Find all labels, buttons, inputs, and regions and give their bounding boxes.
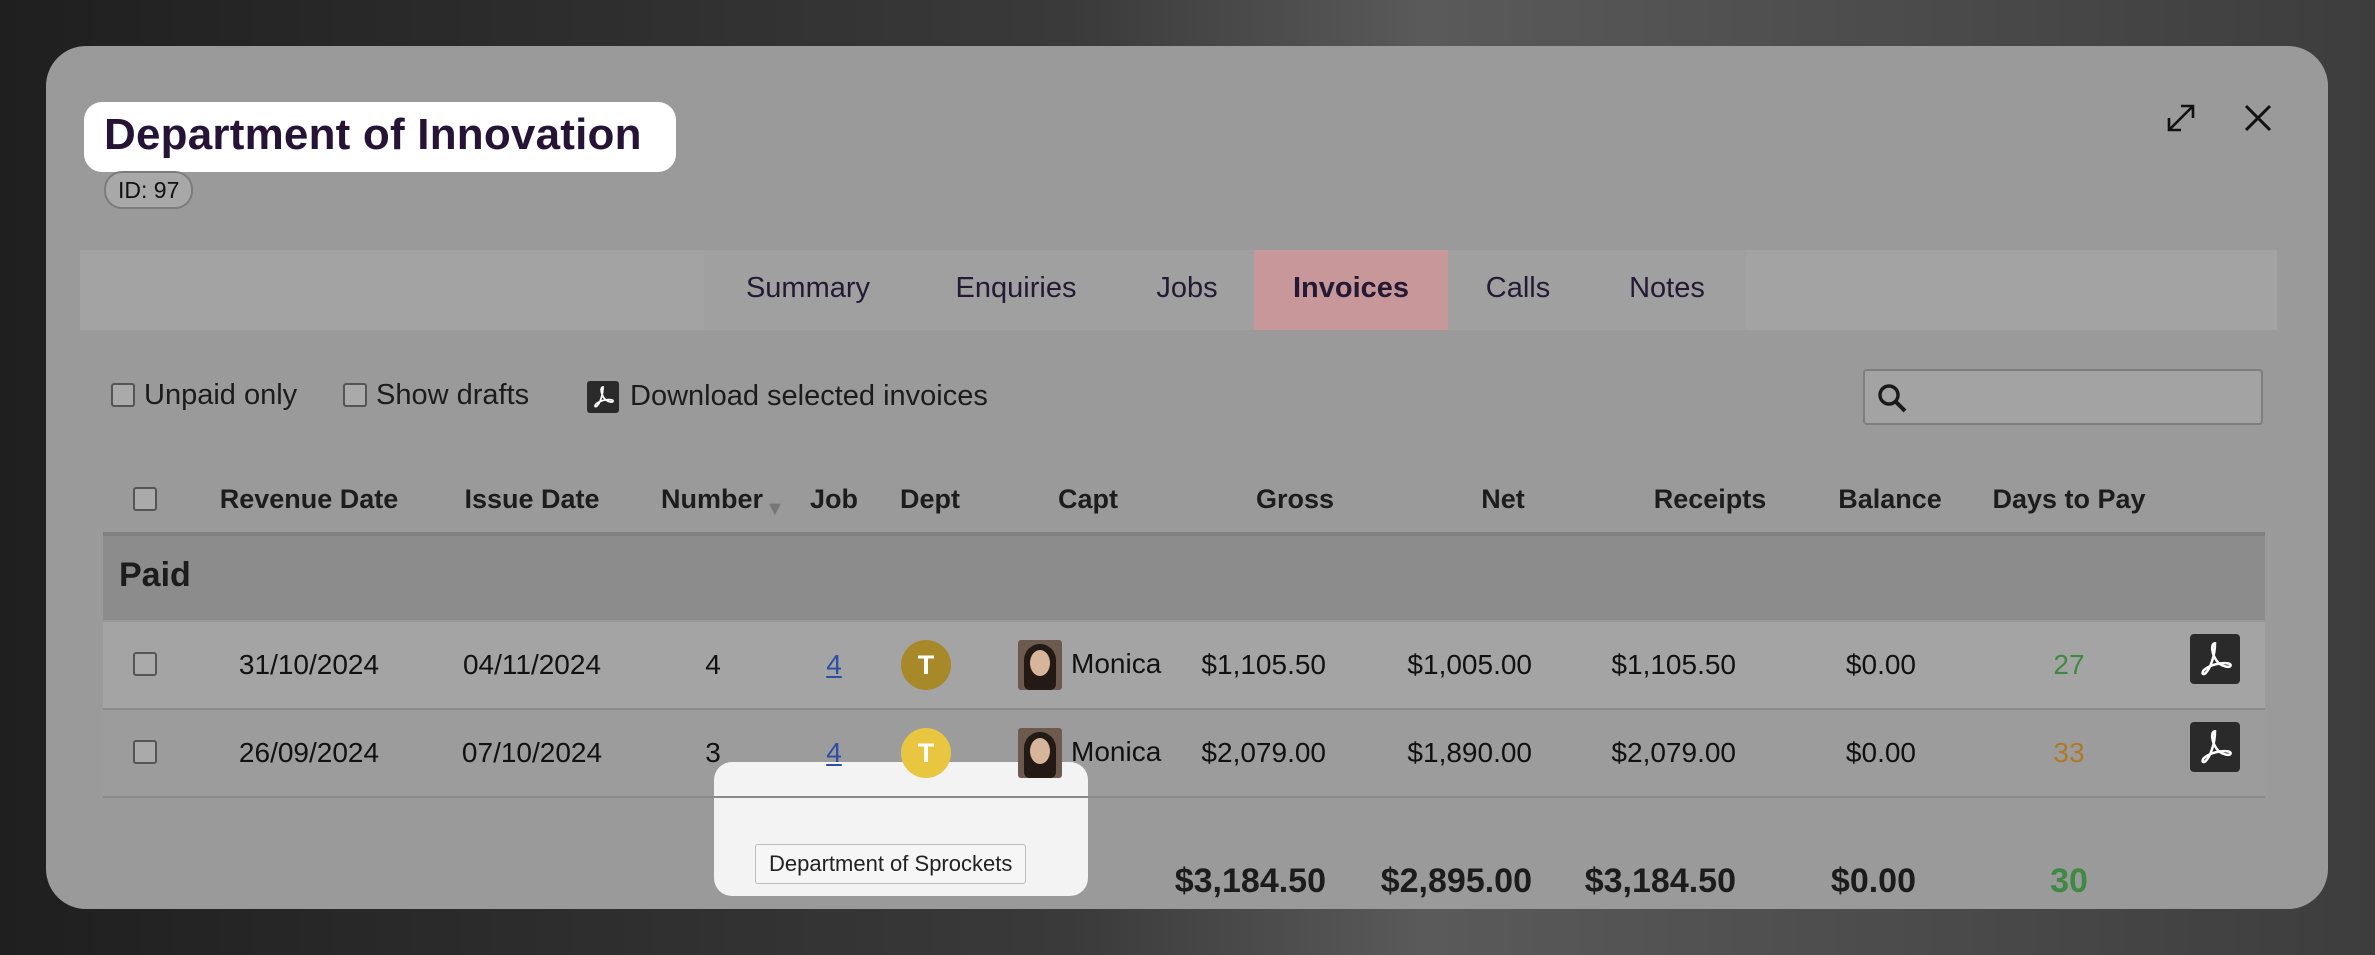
tab-summary[interactable]: Summary bbox=[704, 250, 912, 330]
col-issue-date[interactable]: Issue Date bbox=[464, 484, 599, 515]
total-balance: $0.00 bbox=[1830, 862, 1916, 900]
row-checkbox[interactable] bbox=[133, 740, 157, 764]
gross-cell: $1,105.50 bbox=[1201, 649, 1326, 680]
pdf-download-icon[interactable] bbox=[2190, 634, 2240, 684]
days-to-pay-cell: 33 bbox=[2053, 737, 2085, 768]
expand-icon[interactable] bbox=[2159, 96, 2203, 140]
number-cell: 3 bbox=[705, 737, 721, 768]
col-days-to-pay[interactable]: Days to Pay bbox=[1992, 484, 2145, 515]
dept-avatar[interactable]: T bbox=[901, 728, 951, 778]
balance-cell: $0.00 bbox=[1845, 649, 1916, 680]
issue-date-cell: 04/11/2024 bbox=[462, 649, 602, 680]
group-label: Paid bbox=[119, 556, 191, 594]
search-icon bbox=[1878, 384, 1907, 413]
avatar bbox=[1018, 728, 1062, 778]
row-divider bbox=[103, 796, 2265, 798]
job-link[interactable]: 4 bbox=[826, 649, 842, 681]
tab-jobs[interactable]: Jobs bbox=[1120, 250, 1254, 330]
tab-notes[interactable]: Notes bbox=[1588, 250, 1746, 330]
col-gross[interactable]: Gross bbox=[1256, 484, 1334, 515]
avatar bbox=[1018, 640, 1062, 690]
modal-title: Department of Innovation bbox=[104, 110, 642, 159]
net-cell: $1,005.00 bbox=[1407, 649, 1532, 680]
days-to-pay-cell: 27 bbox=[2053, 649, 2085, 680]
department-modal: Department of Innovation ID: 97 Summary … bbox=[46, 46, 2328, 909]
tab-bar: Summary Enquiries Jobs Invoices Calls No… bbox=[80, 250, 2277, 330]
revenue-date-cell: 26/09/2024 bbox=[238, 737, 380, 768]
balance-cell: $0.00 bbox=[1845, 737, 1916, 768]
col-net[interactable]: Net bbox=[1481, 484, 1525, 515]
number-cell: 4 bbox=[705, 649, 721, 680]
pdf-download-icon[interactable] bbox=[2190, 722, 2240, 772]
tab-calls[interactable]: Calls bbox=[1448, 250, 1588, 330]
search-input[interactable] bbox=[1863, 369, 2263, 425]
dept-tooltip: Department of Sprockets bbox=[755, 844, 1027, 884]
receipts-cell: $2,079.00 bbox=[1611, 737, 1736, 768]
sort-desc-icon[interactable]: ▼ bbox=[765, 498, 785, 521]
col-revenue-date[interactable]: Revenue Date bbox=[220, 484, 399, 515]
show-drafts-label[interactable]: Show drafts bbox=[376, 379, 529, 412]
tab-enquiries[interactable]: Enquiries bbox=[912, 250, 1120, 330]
receipts-cell: $1,105.50 bbox=[1611, 649, 1736, 680]
id-badge: ID: 97 bbox=[104, 171, 194, 209]
select-all-checkbox[interactable] bbox=[133, 487, 157, 511]
revenue-date-cell: 31/10/2024 bbox=[238, 649, 380, 680]
dept-avatar[interactable]: T bbox=[901, 640, 951, 690]
job-link[interactable]: 4 bbox=[826, 737, 842, 769]
col-job[interactable]: Job bbox=[810, 484, 858, 515]
tab-invoices[interactable]: Invoices bbox=[1254, 250, 1448, 330]
show-drafts-checkbox[interactable] bbox=[343, 383, 367, 407]
gross-cell: $2,079.00 bbox=[1201, 737, 1326, 768]
col-receipts[interactable]: Receipts bbox=[1654, 484, 1767, 515]
row-checkbox[interactable] bbox=[133, 652, 157, 676]
pdf-icon[interactable] bbox=[587, 381, 619, 413]
total-net: $2,895.00 bbox=[1380, 862, 1532, 900]
close-icon[interactable] bbox=[2236, 96, 2280, 140]
col-capt[interactable]: Capt bbox=[1058, 484, 1118, 515]
col-dept[interactable]: Dept bbox=[900, 484, 960, 515]
group-row-paid: Paid bbox=[103, 536, 2265, 620]
total-receipts: $3,184.50 bbox=[1584, 862, 1736, 900]
total-gross: $3,184.50 bbox=[1174, 862, 1326, 900]
total-days-to-pay: 30 bbox=[2050, 862, 2088, 900]
unpaid-only-label[interactable]: Unpaid only bbox=[144, 379, 297, 412]
col-number[interactable]: Number bbox=[661, 484, 763, 515]
net-cell: $1,890.00 bbox=[1407, 737, 1532, 768]
col-balance[interactable]: Balance bbox=[1838, 484, 1942, 515]
unpaid-only-checkbox[interactable] bbox=[111, 383, 135, 407]
issue-date-cell: 07/10/2024 bbox=[461, 737, 603, 768]
download-selected-invoices-link[interactable]: Download selected invoices bbox=[630, 380, 988, 413]
